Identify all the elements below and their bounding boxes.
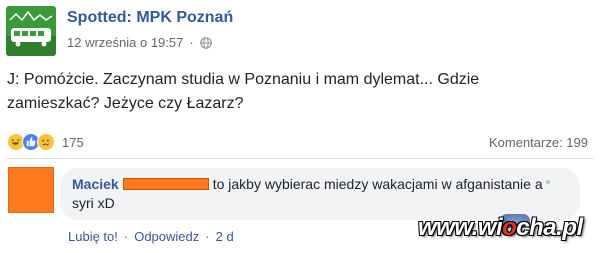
globe-icon[interactable] [199,36,212,49]
like-comment-link[interactable]: Lubię to! [68,229,118,244]
reaction-count: 175 [62,134,84,150]
comment-bubble: Maciek to jakby wybierac miedzy wakacjami… [60,168,580,220]
post-meta: 12 września o 19:57 · [67,35,212,50]
divider [6,158,594,159]
watermark: www.wiocha.pl [418,214,583,241]
action-separator: · [205,229,210,244]
post-timestamp[interactable]: 12 września o 19:57 [67,35,183,50]
reactions-summary[interactable]: 175 [7,133,84,151]
tram-logo-icon [6,6,56,56]
sad-icon [37,133,55,151]
comment-options-icon[interactable] [546,180,550,184]
redacted-surname [122,178,209,190]
comment-actions: Lubię to! · Odpowiedz · 2 d [68,229,234,244]
meta-separator: · [189,35,194,50]
action-separator: · [123,229,129,244]
reply-link[interactable]: Odpowiedz [134,229,199,244]
page-avatar[interactable] [6,6,56,56]
post-text: J: Pomóżcie. Zaczynam studia w Poznaniu … [7,71,480,112]
commenter-avatar-redacted[interactable] [8,167,54,213]
comment-age-link[interactable]: 2 d [216,229,234,244]
comments-count-link[interactable]: Komentarze: 199 [489,135,588,150]
comment-author-link[interactable]: Maciek [72,176,119,192]
page-name-link[interactable]: Spotted: MPK Poznań [67,9,233,27]
